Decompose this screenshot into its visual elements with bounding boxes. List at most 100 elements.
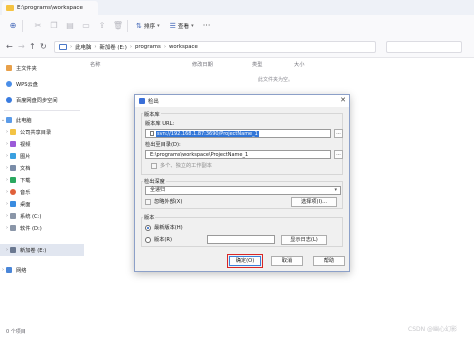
checkout-dir-browse-button[interactable]: ... [334, 150, 343, 159]
sort-button[interactable]: ⇅ 排序 ▾ [136, 22, 160, 30]
download-icon [10, 177, 16, 183]
view-button[interactable]: ☰ 查看 ▾ [170, 22, 194, 30]
up-icon[interactable]: ↑ [29, 42, 36, 51]
multi-folder-label: 多个、独立的工作副本 [160, 163, 212, 169]
breadcrumb-item[interactable]: 新加卷 (E:) [100, 43, 127, 51]
sidebar-item-baidu-sync[interactable]: 百度网盘同步空间 [0, 94, 84, 106]
repository-group-label: 版本库 [143, 111, 161, 118]
sidebar-item-drive-d[interactable]: › 软件 (D:) [0, 222, 84, 234]
document-icon [10, 165, 16, 171]
delete-icon[interactable]: 🗑 [113, 21, 123, 31]
sidebar-item-music[interactable]: › 音乐 [0, 186, 84, 198]
column-name[interactable]: 名称 [90, 61, 100, 68]
music-icon [10, 189, 16, 195]
copy-icon[interactable]: ❐ [49, 21, 59, 31]
rename-icon[interactable]: ▭ [81, 21, 91, 31]
tab-title: E:\programs\workspace [17, 5, 83, 11]
drive-icon [10, 213, 16, 219]
back-icon[interactable]: ← [6, 42, 13, 51]
share-icon[interactable]: ⇪ [97, 21, 107, 31]
window-tab[interactable]: E:\programs\workspace [2, 1, 98, 15]
sidebar-item-wps-cloud[interactable]: WPS云盘 [0, 78, 84, 90]
repo-url-field[interactable]: svn://192.168.1.87:3690/ProjectName_1 [145, 129, 331, 138]
cloud-icon [6, 97, 12, 103]
dialog-title: 检出 [148, 99, 159, 105]
close-icon[interactable]: ✕ [340, 96, 346, 104]
breadcrumb-item[interactable]: workspace [169, 44, 198, 50]
svn-icon [139, 98, 145, 104]
forward-icon[interactable]: → [18, 42, 25, 51]
sidebar-item-home[interactable]: 主文件夹 [0, 62, 84, 74]
sidebar-item-documents[interactable]: › 文档 [0, 162, 84, 174]
breadcrumb-item[interactable]: 此电脑 [75, 43, 91, 51]
cancel-button[interactable]: 取消 [271, 256, 303, 266]
folder-icon [6, 5, 14, 11]
paste-icon[interactable]: ▤ [65, 21, 75, 31]
help-button[interactable]: 帮助 [313, 256, 345, 266]
status-bar: 0 个项目 [0, 324, 474, 338]
sidebar-item-videos[interactable]: › 视频 [0, 138, 84, 150]
head-revision-label: 最新版本(H) [154, 225, 183, 231]
head-revision-radio[interactable] [145, 225, 151, 231]
new-icon[interactable]: ⊕ [8, 21, 18, 31]
view-icon: ☰ [169, 21, 176, 30]
repo-url-label: 版本库 URL: [145, 121, 175, 127]
toolbar-divider [127, 19, 128, 32]
revision-input[interactable] [207, 235, 275, 244]
sidebar-item-network[interactable]: › 网络 [0, 264, 84, 276]
computer-icon [59, 44, 67, 50]
column-modified[interactable]: 修改日期 [192, 61, 213, 68]
sidebar-item-shared[interactable]: › 公司共享目录 [0, 126, 84, 138]
depth-group-label: 检出深度 [143, 178, 166, 185]
watermark: CSDN @幽心幻影 [408, 326, 458, 333]
column-header: 名称 修改日期 类型 大小 [84, 58, 474, 70]
column-type[interactable]: 类型 [252, 61, 262, 68]
chevron-down-icon: ▾ [191, 22, 194, 29]
sidebar-item-downloads[interactable]: › 下载 [0, 174, 84, 186]
sort-label: 排序 [143, 23, 156, 30]
revision-group-label: 版本 [143, 214, 156, 221]
more-icon[interactable]: ··· [202, 21, 212, 31]
address-bar[interactable]: › 此电脑 › 新加卷 (E:) › programs › workspace [54, 41, 376, 53]
chevron-down-icon: ▾ [334, 187, 337, 193]
view-label: 查看 [177, 23, 190, 30]
ok-button[interactable]: 确定(O) [227, 254, 263, 268]
computer-icon [6, 117, 12, 123]
tab-bar: E:\programs\workspace [0, 0, 474, 15]
network-icon [6, 267, 12, 273]
sidebar-item-pictures[interactable]: › 图片 [0, 150, 84, 162]
choose-items-button[interactable]: 选择项(I)... [291, 197, 337, 207]
video-icon [10, 141, 16, 147]
refresh-icon[interactable]: ↻ [40, 42, 47, 51]
column-size[interactable]: 大小 [294, 61, 304, 68]
address-row: ← → ↑ ↻ › 此电脑 › 新加卷 (E:) › programs › wo… [0, 36, 474, 58]
sidebar-item-drive-e[interactable]: › 新加卷 (E:) [0, 244, 84, 256]
specific-revision-radio[interactable] [145, 237, 151, 243]
search-input[interactable] [386, 41, 462, 53]
omit-externals-label: 忽略外部(X) [154, 199, 183, 205]
picture-icon [10, 153, 16, 159]
item-count: 0 个项目 [6, 329, 26, 335]
sidebar-item-this-pc[interactable]: ⌄ 此电脑 [0, 114, 84, 126]
checkout-dir-field[interactable]: E:\programs\workspace\ProjectName_1 [145, 150, 331, 159]
specific-revision-label: 版本(R) [154, 237, 173, 243]
file-icon [150, 131, 154, 136]
toolbar-divider [22, 19, 23, 32]
repo-url-browse-button[interactable]: ... [334, 129, 343, 138]
depth-select[interactable]: 全递归 ▾ [145, 186, 341, 195]
sidebar-item-drive-c[interactable]: › 系统 (C:) [0, 210, 84, 222]
divider [4, 110, 80, 111]
show-log-button[interactable]: 显示日志(L) [281, 235, 327, 245]
empty-folder-message: 此文件夹为空。 [258, 77, 294, 83]
cloud-icon [6, 81, 12, 87]
home-icon [6, 65, 12, 71]
sidebar-item-desktop[interactable]: › 桌面 [0, 198, 84, 210]
checkout-dir-label: 检出至目录(D): [145, 142, 181, 148]
cut-icon[interactable]: ✂ [33, 21, 43, 31]
breadcrumb-item[interactable]: programs [135, 44, 161, 50]
sort-icon: ⇅ [136, 21, 142, 30]
omit-externals-checkbox[interactable] [145, 199, 151, 205]
chevron-down-icon: ▾ [157, 22, 160, 29]
drive-icon [10, 225, 16, 231]
command-toolbar: ⊕ ✂ ❐ ▤ ▭ ⇪ 🗑 ⇅ 排序 ▾ ☰ 查看 ▾ ··· [0, 15, 474, 36]
